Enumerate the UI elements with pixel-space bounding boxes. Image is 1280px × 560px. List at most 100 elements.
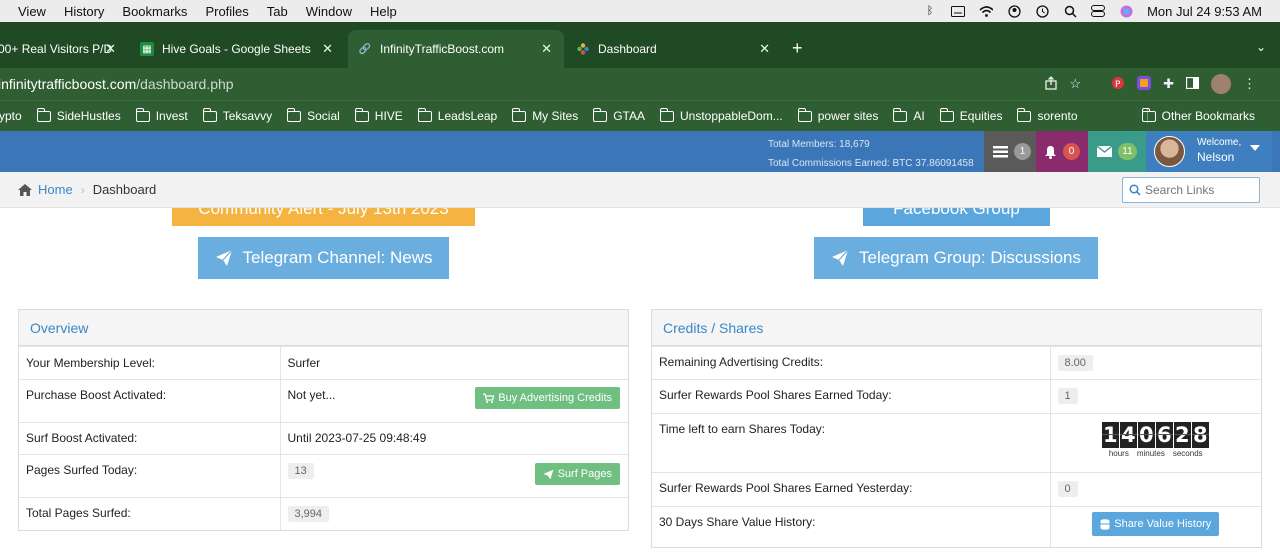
tasks-icon bbox=[993, 146, 1008, 158]
close-icon[interactable]: ✕ bbox=[541, 41, 552, 57]
membership-level-value: Surfer bbox=[279, 346, 628, 380]
menu-tab[interactable]: Tab bbox=[258, 4, 297, 19]
tab-real-visitors[interactable]: 00+ Real Visitors P/D ✕ bbox=[0, 30, 128, 68]
countdown-cell: 1 4 0 6 2 8 hours minutes seconds bbox=[1049, 413, 1261, 473]
search-icon bbox=[1129, 184, 1141, 196]
extension-colorful-icon[interactable] bbox=[1137, 75, 1152, 93]
bookmark-folder-ai[interactable]: AI bbox=[893, 107, 925, 123]
breadcrumb-home-link[interactable]: Home bbox=[38, 182, 73, 197]
folder-icon bbox=[135, 107, 150, 122]
tab-hive-goals[interactable]: ▦ Hive Goals - Google Sheets ✕ bbox=[130, 30, 345, 68]
bookmark-folder-power-sites[interactable]: power sites bbox=[797, 107, 878, 123]
close-icon[interactable]: ✕ bbox=[322, 41, 333, 57]
bookmark-star-icon[interactable]: ☆ bbox=[1069, 76, 1081, 92]
user-account-icon[interactable] bbox=[1007, 4, 1021, 18]
row-label: 30 Days Share Value History: bbox=[652, 506, 1050, 547]
telegram-group-button[interactable]: Telegram Group: Discussions bbox=[814, 237, 1098, 279]
pages-surfed-value: 13 bbox=[287, 463, 314, 479]
side-panel-icon[interactable] bbox=[1185, 76, 1200, 92]
share-icon[interactable] bbox=[1045, 75, 1058, 93]
wifi-icon[interactable] bbox=[979, 5, 994, 17]
shares-today-value: 1 bbox=[1057, 388, 1078, 404]
total-pages-value: 3,994 bbox=[287, 506, 330, 522]
messages-dropdown[interactable]: 11 bbox=[1088, 131, 1146, 172]
control-center-icon[interactable] bbox=[1091, 5, 1106, 17]
time-machine-icon[interactable] bbox=[1035, 4, 1049, 18]
extensions-puzzle-icon[interactable]: ✚ bbox=[1163, 76, 1174, 92]
url-text[interactable]: infinitytrafficboost.com/dashboard.php bbox=[0, 76, 234, 92]
share-value-history-button[interactable]: Share Value History bbox=[1092, 512, 1220, 536]
close-icon[interactable]: ✕ bbox=[105, 41, 116, 57]
bookmark-folder-gtaa[interactable]: GTAA bbox=[593, 107, 645, 123]
extension-red-icon[interactable]: P bbox=[1111, 76, 1125, 93]
caret-down-icon bbox=[1250, 145, 1260, 151]
table-row: Surfer Rewards Pool Shares Earned Yester… bbox=[652, 472, 1261, 507]
bookmark-folder-invest[interactable]: Invest bbox=[135, 107, 188, 123]
paper-plane-icon bbox=[543, 469, 553, 479]
facebook-group-button[interactable]: Facebook Group bbox=[863, 208, 1050, 226]
paper-plane-icon bbox=[831, 249, 849, 266]
profile-avatar[interactable] bbox=[1211, 74, 1231, 94]
bookmark-folder-unstoppable[interactable]: UnstoppableDom... bbox=[659, 107, 783, 123]
menu-help[interactable]: Help bbox=[361, 4, 406, 19]
bookmark-folder-teksavvy[interactable]: Teksavvy bbox=[202, 107, 272, 123]
menu-profiles[interactable]: Profiles bbox=[196, 4, 257, 19]
tab-search-chevron-icon[interactable]: ⌄ bbox=[1256, 40, 1266, 54]
row-label: Remaining Advertising Credits: bbox=[652, 346, 1050, 380]
spotlight-search-icon[interactable] bbox=[1063, 5, 1077, 18]
credits-title: Credits / Shares bbox=[652, 310, 1261, 346]
link-icon: 🔗 bbox=[358, 43, 372, 55]
address-bar[interactable]: infinitytrafficboost.com/dashboard.php ☆… bbox=[0, 68, 1280, 100]
google-sheets-icon: ▦ bbox=[140, 42, 154, 56]
search-links-input[interactable] bbox=[1145, 183, 1253, 197]
tab-infinitytrafficboost[interactable]: 🔗 InfinityTrafficBoost.com ✕ bbox=[348, 30, 564, 68]
breadcrumb-separator: › bbox=[80, 182, 85, 197]
browser-menu-icon[interactable]: ⋮ bbox=[1243, 76, 1256, 92]
menu-clock[interactable]: Mon Jul 24 9:53 AM bbox=[1147, 4, 1262, 19]
total-pages-cell: 3,994 bbox=[279, 497, 628, 530]
bookmark-folder-leadsleap[interactable]: LeadsLeap bbox=[417, 107, 497, 123]
surf-pages-button[interactable]: Surf Pages bbox=[534, 463, 620, 485]
tasks-dropdown[interactable]: 1 bbox=[984, 131, 1040, 172]
bookmark-folder-equities[interactable]: Equities bbox=[939, 107, 1002, 123]
menu-window[interactable]: Window bbox=[297, 4, 361, 19]
folder-icon bbox=[202, 107, 217, 122]
bookmark-folder-other[interactable]: Other Bookmarks bbox=[1141, 107, 1255, 123]
siri-icon[interactable] bbox=[1119, 5, 1133, 17]
tab-dashboard[interactable]: Dashboard ✕ bbox=[566, 30, 782, 68]
telegram-news-button[interactable]: Telegram Channel: News bbox=[198, 237, 449, 279]
countdown-digit: 8 bbox=[1191, 422, 1209, 448]
bookmark-folder-hive[interactable]: HIVE bbox=[354, 107, 403, 123]
bookmark-folder-my-sites[interactable]: My Sites bbox=[512, 107, 578, 123]
menu-bookmarks[interactable]: Bookmarks bbox=[113, 4, 196, 19]
shares-yesterday-value: 0 bbox=[1057, 481, 1078, 497]
welcome-label: Welcome, bbox=[1197, 137, 1242, 148]
new-tab-plus-icon[interactable]: + bbox=[792, 38, 803, 59]
tasks-badge: 1 bbox=[1014, 143, 1031, 160]
total-members: Total Members: 18,679 bbox=[768, 139, 870, 150]
bookmark-folder-sorento[interactable]: sorento bbox=[1017, 107, 1078, 123]
menu-history[interactable]: History bbox=[55, 4, 113, 19]
shares-yesterday-cell: 0 bbox=[1049, 472, 1261, 507]
user-menu[interactable]: Welcome, Nelson bbox=[1146, 131, 1272, 172]
row-label: Your Membership Level: bbox=[19, 346, 280, 380]
cart-icon bbox=[483, 393, 495, 403]
notifications-dropdown[interactable]: 0 bbox=[1036, 131, 1088, 172]
search-links-box[interactable] bbox=[1122, 177, 1260, 203]
folder-icon bbox=[593, 107, 608, 122]
keyboard-icon[interactable] bbox=[951, 5, 966, 17]
close-icon[interactable]: ✕ bbox=[759, 41, 770, 57]
mac-menu-bar: View History Bookmarks Profiles Tab Wind… bbox=[0, 0, 1280, 22]
bluetooth-icon[interactable]: ᛒ bbox=[923, 5, 937, 17]
home-icon[interactable] bbox=[17, 183, 33, 197]
row-label: Purchase Boost Activated: bbox=[19, 379, 280, 423]
bookmark-crypto[interactable]: ypto bbox=[0, 109, 22, 123]
bookmark-folder-sidehustles[interactable]: SideHustles bbox=[36, 107, 121, 123]
envelope-icon bbox=[1097, 146, 1113, 157]
bookmark-folder-social[interactable]: Social bbox=[287, 107, 340, 123]
menu-view[interactable]: View bbox=[0, 4, 55, 19]
folder-icon bbox=[36, 107, 51, 122]
countdown-digit: 2 bbox=[1173, 422, 1191, 448]
buy-advertising-credits-button[interactable]: Buy Advertising Credits bbox=[475, 387, 620, 409]
community-alert-button[interactable]: Community Alert - July 13th 2023 bbox=[172, 208, 475, 226]
